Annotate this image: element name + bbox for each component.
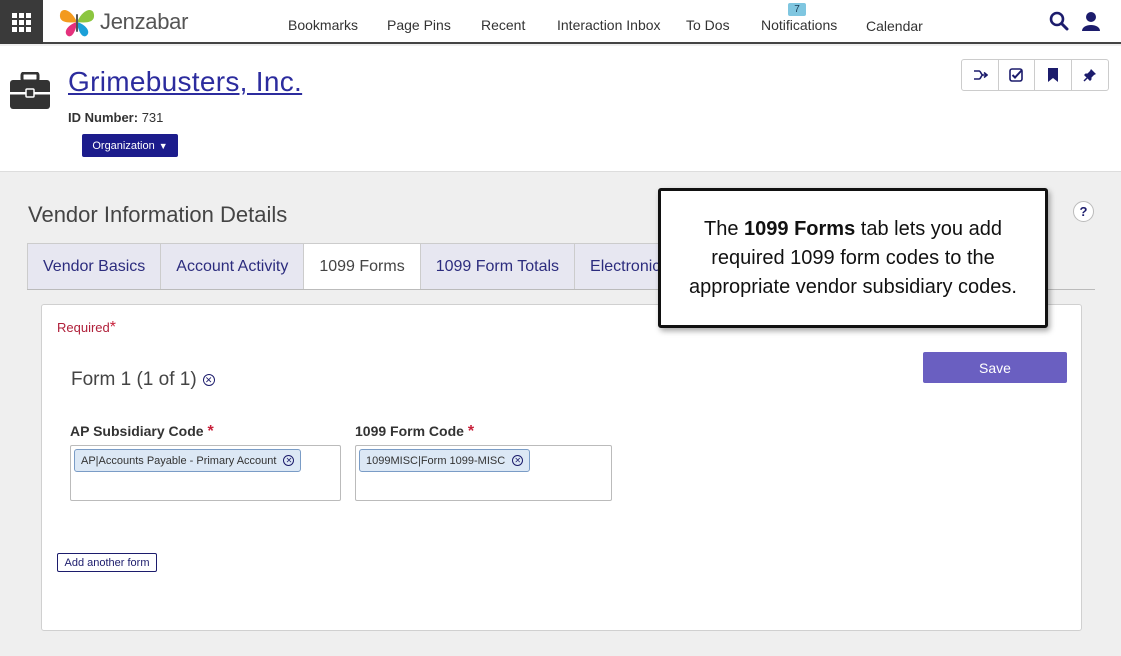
remove-chip-icon[interactable]: ✕: [512, 455, 524, 466]
organization-button-label: Organization: [92, 139, 155, 152]
todo-check-icon: [1009, 68, 1024, 82]
required-star-icon: *: [109, 319, 116, 336]
required-star-icon: *: [207, 423, 214, 440]
jenzabar-logo[interactable]: Jenzabar: [56, 5, 188, 39]
bookmark-icon: [1047, 68, 1058, 82]
nav-notifications[interactable]: Notifications: [761, 17, 837, 33]
callout-text-pre: The: [704, 217, 739, 240]
organization-name-link[interactable]: Grimebusters, Inc.: [68, 66, 302, 98]
add-todo-button[interactable]: [999, 60, 1035, 90]
1099-form-code-label: 1099 Form Code *: [355, 423, 474, 441]
pin-button[interactable]: [1072, 60, 1109, 90]
tab-1099-form-totals[interactable]: 1099 Form Totals: [419, 243, 575, 290]
required-legend: Required*: [57, 319, 116, 337]
tab-1099-forms[interactable]: 1099 Forms: [303, 243, 420, 290]
callout-text-bold: 1099 Forms: [744, 217, 856, 240]
add-another-form-button[interactable]: Add another form: [57, 553, 157, 572]
apps-grid-button[interactable]: [0, 0, 43, 44]
merge-button[interactable]: [962, 60, 999, 90]
remove-form-icon[interactable]: ✕: [202, 374, 215, 386]
nav-interaction-inbox[interactable]: Interaction Inbox: [557, 17, 661, 33]
nav-page-pins[interactable]: Page Pins: [387, 17, 451, 33]
form-title: Form 1 (1 of 1) ✕: [71, 369, 215, 391]
merge-icon: [973, 70, 988, 80]
organization-dropdown-button[interactable]: Organization ▼: [82, 134, 178, 157]
nav-to-dos[interactable]: To Dos: [686, 17, 730, 33]
callout-text: The 1099 Forms tab lets you add required…: [673, 215, 1033, 302]
search-icon[interactable]: [1049, 11, 1069, 31]
top-navigation: Jenzabar Bookmarks Page Pins Recent Inte…: [0, 0, 1121, 44]
save-button[interactable]: Save: [923, 352, 1067, 383]
ap-subsidiary-code-chip: AP|Accounts Payable - Primary Account ✕: [74, 449, 302, 472]
pin-icon: [1083, 69, 1096, 82]
required-star-icon: *: [467, 423, 475, 440]
ap-subsidiary-code-label: AP Subsidiary Code *: [70, 423, 214, 441]
vendor-tabs: Vendor Basics Account Activity 1099 Form…: [27, 243, 685, 290]
form-panel: Required* Form 1 (1 of 1) ✕ Save AP Subs…: [41, 304, 1082, 631]
nav-calendar[interactable]: Calendar: [866, 18, 923, 34]
ap-subsidiary-code-input[interactable]: AP|Accounts Payable - Primary Account ✕: [70, 445, 341, 501]
1099-form-code-chip: 1099MISC|Form 1099-MISC ✕: [359, 449, 531, 472]
1099-form-code-label-text: 1099 Form Code: [355, 423, 464, 439]
bookmark-button[interactable]: [1035, 60, 1072, 90]
help-icon[interactable]: ?: [1073, 201, 1094, 222]
butterfly-logo-icon: [59, 10, 95, 37]
caret-down-icon: ▼: [158, 140, 168, 151]
tutorial-callout: The 1099 Forms tab lets you add required…: [658, 188, 1048, 328]
ap-subsidiary-code-value: AP|Accounts Payable - Primary Account: [81, 454, 277, 467]
section-title: Vendor Information Details: [28, 202, 288, 227]
form-title-text: Form 1 (1 of 1): [71, 369, 197, 390]
id-number-value: 731: [141, 110, 164, 125]
header-action-buttons: [961, 59, 1109, 91]
notifications-count-badge: 7: [788, 3, 806, 16]
user-icon[interactable]: [1081, 11, 1101, 31]
apps-grid-icon: [12, 12, 31, 32]
1099-form-code-input[interactable]: 1099MISC|Form 1099-MISC ✕: [355, 445, 612, 501]
briefcase-icon: [10, 72, 50, 109]
nav-bookmarks[interactable]: Bookmarks: [288, 17, 358, 33]
nav-recent[interactable]: Recent: [481, 17, 525, 33]
ap-subsidiary-code-label-text: AP Subsidiary Code: [70, 423, 204, 439]
id-number-label: ID Number:: [68, 110, 139, 125]
remove-chip-icon[interactable]: ✕: [283, 455, 295, 466]
id-number: ID Number: 731: [68, 110, 163, 125]
required-text: Required: [57, 320, 110, 335]
tab-account-activity[interactable]: Account Activity: [160, 243, 304, 290]
1099-form-code-value: 1099MISC|Form 1099-MISC: [366, 454, 506, 467]
tab-vendor-basics[interactable]: Vendor Basics: [27, 243, 161, 290]
record-header: Grimebusters, Inc. ID Number: 731 Organi…: [0, 46, 1121, 172]
logo-text: Jenzabar: [100, 9, 189, 34]
